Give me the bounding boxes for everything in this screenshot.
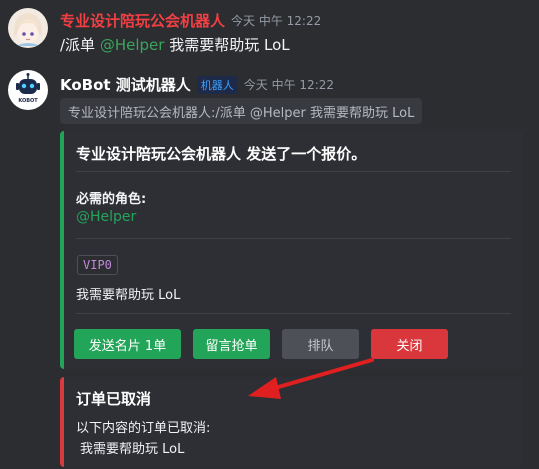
- user-avatar-icon[interactable]: [8, 8, 48, 48]
- helper-mention[interactable]: @Helper: [100, 36, 165, 54]
- message1-timestamp: 今天 中午 12:22: [231, 14, 322, 28]
- kobot-avatar-icon[interactable]: KOBOT: [8, 70, 48, 110]
- close-button[interactable]: 关闭: [371, 329, 448, 359]
- required-role-label: 必需的角色:: [76, 192, 147, 207]
- queue-button[interactable]: 排队: [282, 329, 359, 359]
- vip-tag: VIP0: [77, 255, 118, 275]
- cancel-embed: 订单已取消 以下内容的订单已取消: 我需要帮助玩 LoL: [60, 377, 523, 467]
- send-card-button[interactable]: 发送名片 1单: [74, 329, 181, 359]
- offer-embed: 专业设计陪玩公会机器人 发送了一个报价。 必需的角色: @Helper VIP0…: [60, 131, 523, 369]
- embed-title: 专业设计陪玩公会机器人 发送了一个报价。: [76, 145, 367, 163]
- kobot-avatar-label: KOBOT: [18, 98, 38, 104]
- command-text: /派单: [60, 36, 96, 54]
- message1-text: 我需要帮助玩 LoL: [169, 36, 290, 54]
- message2-username[interactable]: KoBot 测试机器人: [60, 74, 191, 95]
- bot-badge: 机器人: [196, 75, 238, 94]
- leave-message-button[interactable]: 留言抢单: [193, 329, 270, 359]
- cancel-desc-line2: 我需要帮助玩 LoL: [80, 442, 185, 457]
- message1-username[interactable]: 专业设计陪玩公会机器人: [60, 10, 225, 31]
- reply-preview[interactable]: 专业设计陪玩公会机器人:/派单 @Helper 我需要帮助玩 LoL: [60, 98, 423, 124]
- embed-description: 我需要帮助玩 LoL: [76, 288, 181, 303]
- message1-content: /派单 @Helper 我需要帮助玩 LoL: [60, 34, 290, 55]
- embed-divider-bottom: [76, 313, 511, 314]
- message2-timestamp: 今天 中午 12:22: [243, 78, 335, 92]
- required-role-value[interactable]: @Helper: [76, 209, 136, 225]
- embed-divider-mid: [76, 238, 511, 239]
- cancel-desc-line1: 以下内容的订单已取消:: [76, 421, 211, 436]
- cancel-title: 订单已取消: [76, 390, 152, 408]
- embed-divider-top: [76, 171, 511, 172]
